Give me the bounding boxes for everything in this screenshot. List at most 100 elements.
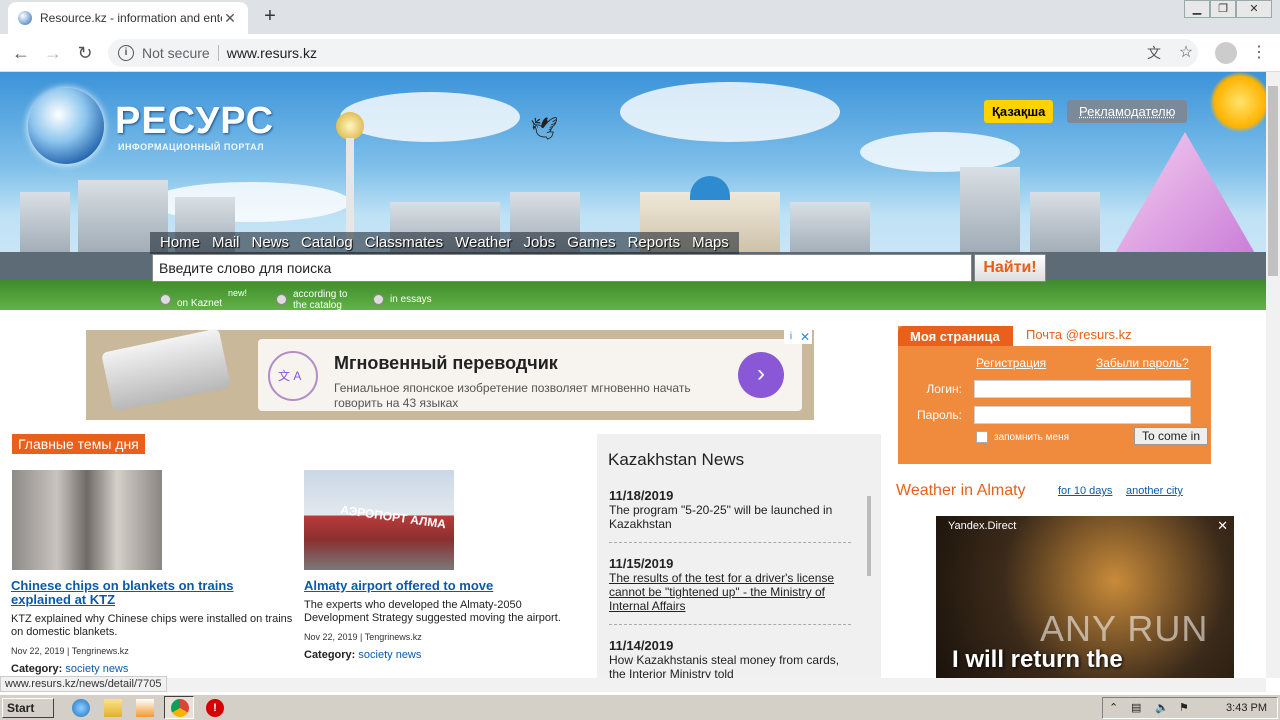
radio-catalog[interactable]: according to the catalog [276, 289, 357, 311]
clock[interactable]: 3:43 PM [1226, 702, 1267, 714]
nav-news[interactable]: News [252, 232, 290, 254]
radio-kaznet[interactable]: on Kaznet [160, 294, 222, 309]
search-button[interactable]: Найти! [974, 254, 1046, 282]
logo-title[interactable]: РЕСУРС [115, 100, 274, 143]
login-label: Логин: [926, 382, 962, 396]
profile-avatar-icon[interactable] [1215, 42, 1237, 64]
news-title[interactable]: Almaty airport offered to move [304, 579, 574, 593]
kz-news-text[interactable]: How Kazakhstanis steal money from cards,… [609, 653, 841, 678]
restore-window-icon[interactable]: ❐ [1210, 0, 1236, 18]
new-tag: new! [228, 288, 248, 298]
weather-10-days-link[interactable]: for 10 days [1058, 485, 1112, 497]
omnibox-divider [217, 45, 219, 61]
category-link[interactable]: society news [358, 649, 421, 661]
flag-icon[interactable]: ⚑ [1179, 701, 1189, 714]
tab-title: Resource.kz - information and entertainm… [40, 11, 222, 25]
radio-essays[interactable]: in essays [373, 294, 432, 305]
forward-arrow-icon[interactable]: → [42, 42, 64, 64]
radio-catalog-label: according to the catalog [293, 289, 348, 311]
login-input[interactable] [974, 380, 1191, 398]
logo-globe-icon[interactable] [28, 88, 104, 164]
weather-other-city-link[interactable]: another city [1126, 485, 1183, 497]
url-text[interactable]: www.resurs.kz [227, 45, 317, 61]
ad-banner[interactable]: 文 A Мгновенный переводчик Гениальное япо… [86, 328, 814, 420]
radio-essays-dot[interactable] [373, 294, 384, 305]
ad-card[interactable]: 文 A Мгновенный переводчик Гениальное япо… [258, 339, 802, 411]
ad-text: Гениальное японское изобретение позволяе… [334, 381, 691, 410]
new-tab-button[interactable]: + [258, 5, 282, 29]
nav-jobs[interactable]: Jobs [524, 232, 556, 254]
yandex-direct-ad[interactable]: Yandex.Direct ✕ ANY RUN I will return th… [936, 516, 1234, 678]
search-input[interactable]: Введите слово для поиска [152, 254, 972, 282]
kz-news-date: 11/18/2019 [609, 488, 674, 503]
ad-close-icon[interactable]: ✕ [798, 330, 812, 344]
tab-my-page[interactable]: Моя страница [898, 326, 1013, 346]
menu-kebab-icon[interactable]: ⋮ [1248, 42, 1270, 64]
bookmark-star-icon[interactable]: ☆ [1175, 42, 1197, 64]
reload-icon[interactable]: ↻ [74, 42, 96, 64]
minimize-window-icon[interactable]: ▁ [1184, 0, 1210, 18]
tray-arrow-icon[interactable]: ⌃ [1109, 701, 1118, 714]
news-meta: Nov 22, 2019 | Tengrinews.kz [11, 646, 129, 656]
kz-news-text[interactable]: The results of the test for a driver's l… [609, 571, 841, 613]
ad-headline[interactable]: Мгновенный переводчик [334, 353, 558, 374]
news-image-airport[interactable]: АЭРОПОРТ АЛМА [304, 470, 454, 570]
scrollbar-thumb[interactable] [1268, 86, 1278, 276]
back-arrow-icon[interactable]: ← [10, 42, 32, 64]
volume-icon[interactable]: 🔈 [1155, 701, 1169, 714]
site-favicon-icon [18, 11, 32, 25]
chrome-icon [171, 699, 189, 717]
nav-mail[interactable]: Mail [212, 232, 240, 254]
start-button[interactable]: Start [2, 698, 54, 718]
news-category: Category: society news [304, 649, 421, 661]
alert-icon[interactable]: ! [206, 699, 224, 717]
kz-news-text[interactable]: The program "5-20-25" will be launched i… [609, 503, 841, 531]
category-link[interactable]: society news [65, 663, 128, 675]
ad-info-icon[interactable]: i [784, 330, 798, 344]
translate-icon[interactable]: 文 [1143, 42, 1165, 64]
ie-icon[interactable] [72, 699, 90, 717]
nav-maps[interactable]: Maps [692, 232, 729, 254]
weather-title[interactable]: Weather in Almaty [896, 482, 1026, 500]
radio-kaznet-dot[interactable] [160, 294, 171, 305]
radio-catalog-dot[interactable] [276, 294, 287, 305]
network-icon[interactable]: ▤ [1131, 701, 1141, 714]
browser-tab[interactable]: Resource.kz - information and entertainm… [8, 2, 248, 34]
login-button[interactable]: To come in [1134, 427, 1208, 445]
kz-news-item[interactable]: 11/14/2019 How Kazakhstanis steal money … [609, 638, 841, 678]
kz-news-scrollbar[interactable] [867, 496, 871, 576]
nav-classmates[interactable]: Classmates [365, 232, 443, 254]
vertical-scrollbar[interactable] [1266, 72, 1280, 678]
not-secure-label: Not secure [142, 45, 210, 61]
folder-icon[interactable] [104, 699, 122, 717]
tab-close-icon[interactable]: ✕ [222, 10, 238, 27]
site-header: 🕊 РЕСУРС ИНФОРМАЦИОННЫЙ ПОРТАЛ Қазақша Р… [0, 72, 1266, 311]
logo-subtitle: ИНФОРМАЦИОННЫЙ ПОРТАЛ [118, 142, 265, 152]
kz-news-item[interactable]: 11/15/2019 The results of the test for a… [609, 556, 841, 613]
remember-me-checkbox[interactable] [976, 431, 988, 443]
close-window-icon[interactable]: ✕ [1236, 0, 1272, 18]
nav-games[interactable]: Games [567, 232, 615, 254]
ad-chevron-right-icon[interactable]: › [738, 352, 784, 398]
kazakhstan-news-panel: Kazakhstan News 11/18/2019 The program "… [597, 434, 881, 678]
horizontal-scrollbar[interactable] [0, 678, 1266, 692]
nav-weather[interactable]: Weather [455, 232, 511, 254]
kz-news-item[interactable]: 11/18/2019 The program "5-20-25" will be… [609, 488, 841, 531]
media-player-icon[interactable] [136, 699, 154, 717]
translator-icon: 文 A [268, 351, 318, 401]
forgot-password-link[interactable]: Забыли пароль? [1096, 356, 1189, 370]
tab-mail[interactable]: Почта @resurs.kz [1013, 326, 1211, 346]
advertiser-button[interactable]: Рекламодателю [1067, 100, 1188, 123]
nav-reports[interactable]: Reports [628, 232, 681, 254]
ad-close-icon[interactable]: ✕ [1217, 518, 1228, 534]
news-title[interactable]: Chinese chips on blankets on trains expl… [11, 579, 271, 607]
nav-catalog[interactable]: Catalog [301, 232, 353, 254]
info-icon[interactable]: i [118, 45, 134, 61]
chrome-taskbar-button[interactable] [164, 696, 194, 719]
address-bar[interactable]: i Not secure www.resurs.kz [108, 39, 1198, 67]
password-input[interactable] [974, 406, 1191, 424]
kazakh-language-button[interactable]: Қазақша [984, 100, 1054, 123]
nav-home[interactable]: Home [160, 232, 200, 254]
news-image-chips[interactable] [12, 470, 162, 570]
register-link[interactable]: Регистрация [976, 356, 1046, 370]
